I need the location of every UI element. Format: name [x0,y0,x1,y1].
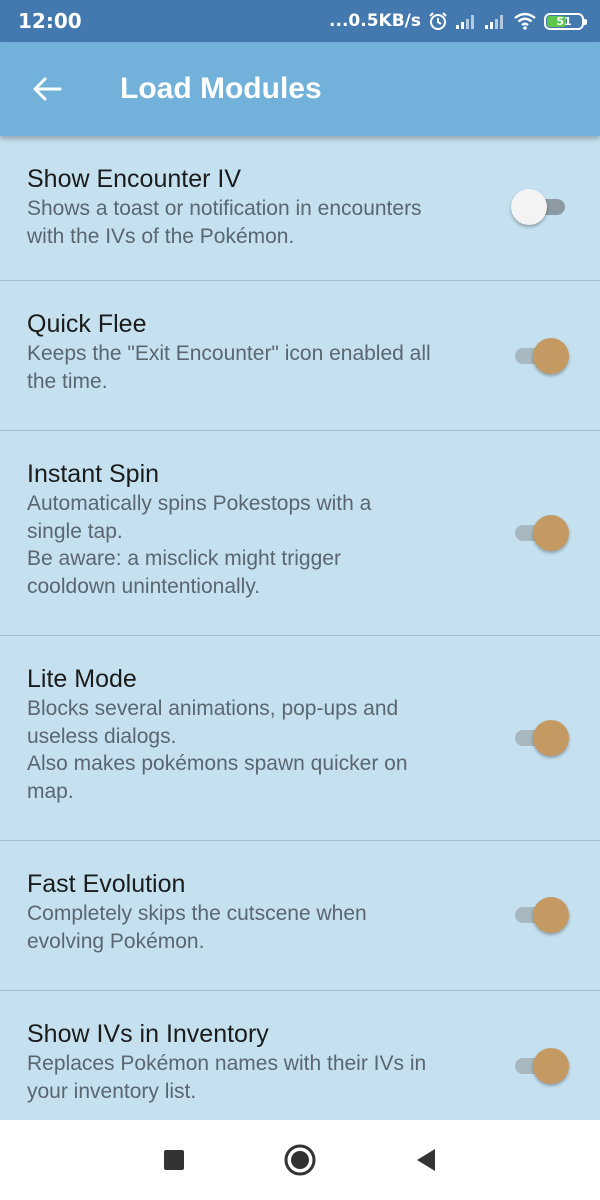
switch-thumb [533,515,569,551]
switch-thumb [511,189,547,225]
signal-icon [455,13,477,29]
switch-thumb [533,1048,569,1084]
module-description: Keeps the "Exit Encounter" icon enabled … [27,342,431,393]
switch-thumb [533,338,569,374]
modules-list: Show Encounter IV Shows a toast or notif… [0,136,600,1120]
toggle-switch-show-encounter-iv[interactable] [511,189,567,225]
back-button[interactable] [0,42,94,136]
recent-apps-icon [164,1150,184,1170]
status-time: 12:00 [18,9,82,33]
module-description: Shows a toast or notification in encount… [27,197,422,248]
toggle-switch-fast-evolution[interactable] [513,897,569,933]
module-title: Show Encounter IV [27,165,242,193]
module-title: Fast Evolution [27,870,186,898]
network-speed: ...0.5KB/s [329,11,421,31]
module-title: Show IVs in Inventory [27,1020,269,1048]
module-row-fast-evolution[interactable]: Fast Evolution Completely skips the cuts… [0,841,600,991]
module-title: Lite Mode [27,665,137,693]
module-row-instant-spin[interactable]: Instant Spin Automatically spins Pokesto… [0,431,600,636]
module-description: Automatically spins Pokestops with a sin… [27,492,372,598]
battery-level: 51 [556,14,572,28]
page-title: Load Modules [120,72,322,105]
battery-icon: 51 [544,12,587,30]
toggle-switch-lite-mode[interactable] [513,720,569,756]
system-back-button[interactable] [406,1140,446,1180]
status-icons: ...0.5KB/s 51 [329,11,587,31]
system-nav-bar [0,1120,600,1200]
recent-apps-button[interactable] [154,1140,194,1180]
signal-icon [484,13,506,29]
module-row-lite-mode[interactable]: Lite Mode Blocks several animations, pop… [0,636,600,841]
switch-thumb [533,720,569,756]
wifi-icon [513,12,537,30]
module-description: Blocks several animations, pop-ups and u… [27,697,408,803]
status-bar: 12:00 ...0.5KB/s 51 [0,0,600,42]
module-row-quick-flee[interactable]: Quick Flee Keeps the "Exit Encounter" ic… [0,281,600,431]
home-icon [284,1144,316,1176]
module-description: Completely skips the cutscene when evolv… [27,902,367,953]
arrow-left-icon [33,77,62,101]
toggle-switch-instant-spin[interactable] [513,515,569,551]
module-title: Instant Spin [27,460,160,488]
alarm-icon [428,11,448,31]
app-bar: Load Modules [0,42,600,136]
back-triangle-icon [417,1149,435,1171]
module-title: Quick Flee [27,310,147,338]
module-row-show-encounter-iv[interactable]: Show Encounter IV Shows a toast or notif… [0,136,600,281]
home-button[interactable] [280,1140,320,1180]
switch-thumb [533,897,569,933]
module-row-show-ivs-in-inventory[interactable]: Show IVs in Inventory Replaces Pokémon n… [0,991,600,1120]
module-description: Replaces Pokémon names with their IVs in… [27,1052,427,1103]
toggle-switch-show-ivs-in-inventory[interactable] [513,1048,569,1084]
toggle-switch-quick-flee[interactable] [513,338,569,374]
